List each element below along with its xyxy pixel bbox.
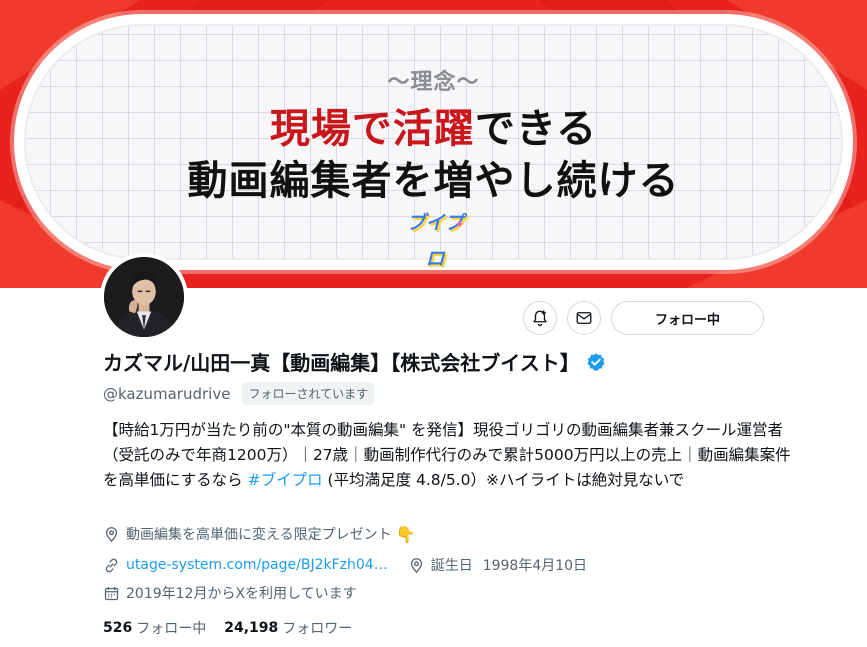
profile-links-row: utage-system.com/page/BJ2kFzh04… 誕生日 199… [103, 555, 587, 575]
followers-label[interactable]: フォロワー [282, 618, 352, 638]
verified-badge-icon[interactable] [586, 352, 606, 372]
location-pin-icon [105, 526, 118, 542]
mail-icon [576, 312, 592, 324]
pointing-down-emoji: 👇 [395, 524, 416, 544]
avatar[interactable] [100, 253, 188, 341]
bio-text-end: (平均満足度 4.8/5.0）※ハイライトは絶対見ないで [322, 471, 685, 489]
banner-headline-rest: できる [474, 106, 598, 152]
birthday-value: 1998年4月10日 [482, 558, 588, 574]
profile-location: 動画編集を高単価に変える限定プレゼント 👇 [103, 524, 416, 544]
calendar-icon [104, 586, 119, 600]
avatar-portrait [104, 257, 184, 337]
banner-headline-highlight: 現場で活躍 [269, 106, 475, 152]
display-name: カズマル/山田一真【動画編集】【株式会社ブイスト】 [103, 351, 580, 375]
profile-banner[interactable]: 〜理念〜 現場で活躍できる 動画編集者を増やし続ける ブイプロ ✦ [0, 0, 867, 288]
location-text: 動画編集を高単価に変える限定プレゼント [126, 527, 392, 543]
following-count[interactable]: 526 [103, 620, 132, 636]
followers-count[interactable]: 24,198 [224, 620, 278, 636]
notify-button[interactable] [523, 301, 557, 335]
following-button[interactable]: フォロー中 [611, 301, 764, 335]
follows-you-badge: フォローされています [242, 382, 375, 405]
message-button[interactable] [567, 301, 601, 335]
handle-row: @kazumarudrive フォローされています [103, 382, 375, 405]
banner-logo: ブイプロ ✦ [406, 205, 464, 270]
banner-headline-line1: 現場で活躍できる [0, 96, 867, 154]
balloon-icon [410, 557, 422, 573]
sparkle-icon: ✦ [454, 218, 464, 231]
profile-bio: 【時給1万円が当たり前の"本質の動画編集" を発信】現役ゴリゴリの動画編集者兼ス… [103, 418, 793, 493]
banner-motto: 〜理念〜 [387, 70, 480, 95]
banner-headline-line2: 動画編集者を増やし続ける [187, 158, 680, 204]
website-link[interactable]: utage-system.com/page/BJ2kFzh04… [126, 557, 388, 573]
profile-name-row: カズマル/山田一真【動画編集】【株式会社ブイスト】 [103, 347, 606, 376]
bio-hashtag-link[interactable]: #ブイプロ [248, 471, 323, 489]
handle: @kazumarudrive [103, 384, 231, 403]
profile-joined: 2019年12月からXを利用しています [103, 583, 357, 603]
joined-text: 2019年12月からXを利用しています [126, 586, 357, 602]
bell-plus-icon [533, 310, 547, 327]
birthday-label: 誕生日 [430, 558, 473, 574]
follow-stats: 526 フォロー中 24,198 フォロワー [103, 618, 352, 638]
following-label[interactable]: フォロー中 [136, 618, 206, 638]
link-icon [105, 558, 118, 572]
